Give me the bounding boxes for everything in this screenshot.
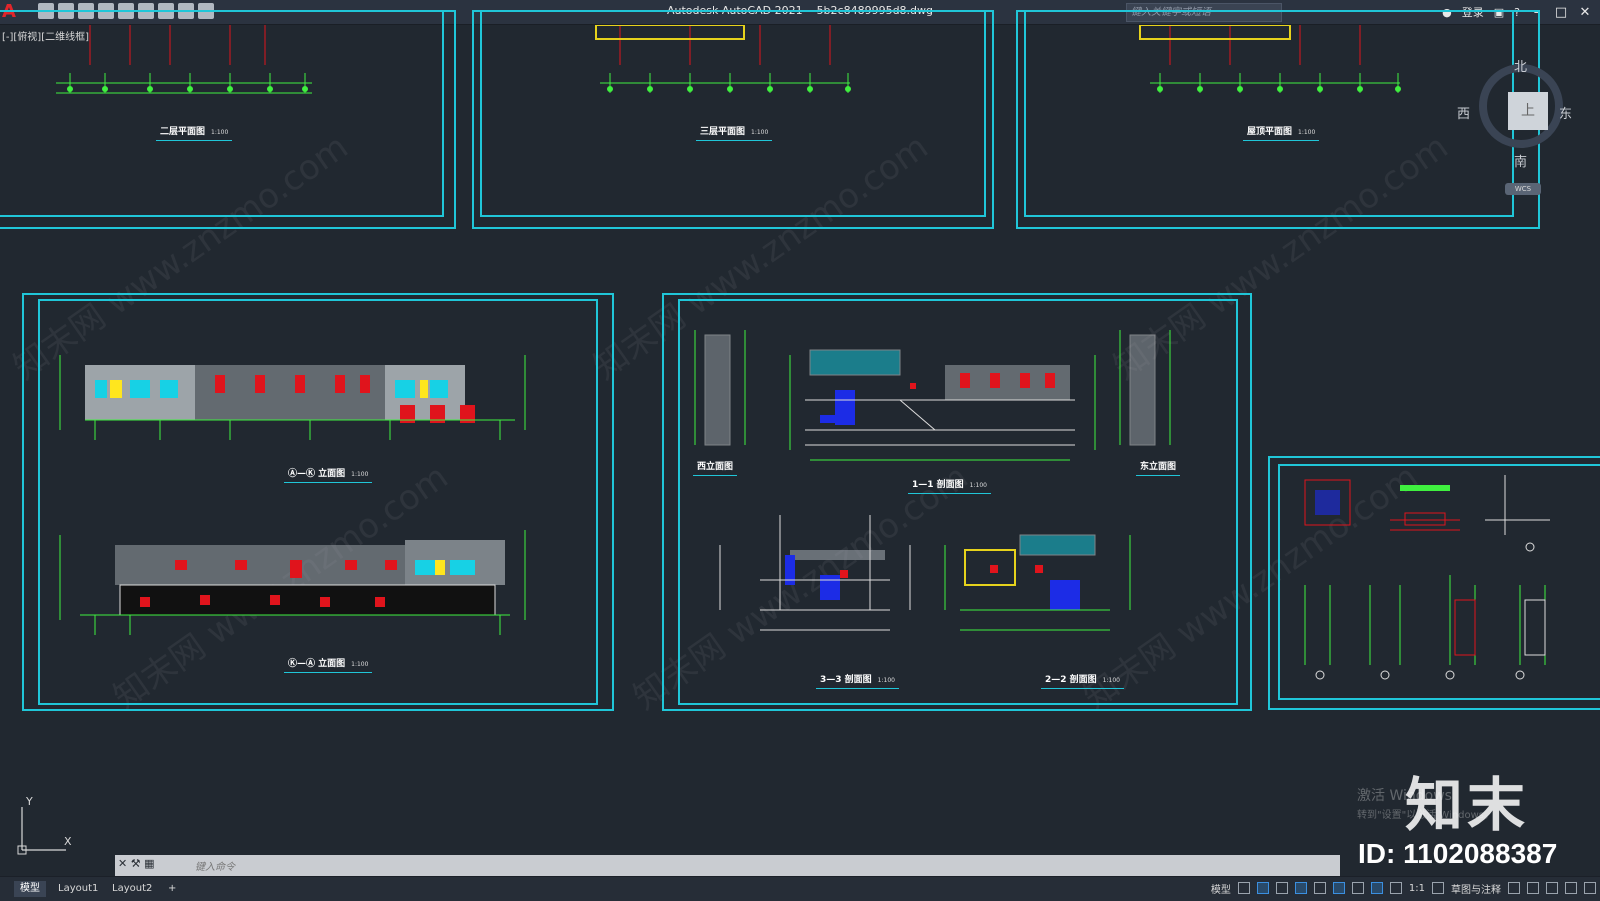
polar-icon[interactable]: [1294, 882, 1307, 894]
tab-layout2[interactable]: Layout2: [106, 881, 158, 897]
details-graphics: [1304, 475, 1550, 680]
ucs-icon: Y X: [17, 795, 72, 855]
command-line[interactable]: [115, 855, 1340, 877]
elevation-a-k-title: Ⓐ—Ⓚ 立面图 1:100: [283, 466, 373, 483]
snap-icon[interactable]: [1256, 882, 1269, 894]
close-icon[interactable]: ✕: [118, 857, 127, 870]
annotation-visibility-icon[interactable]: [1370, 882, 1383, 894]
plus-icon[interactable]: [1508, 882, 1520, 894]
hardware-acceleration-icon[interactable]: [1546, 882, 1558, 894]
customize-menu-icon[interactable]: [1584, 882, 1596, 894]
workspace-switch[interactable]: 草图与注释: [1451, 881, 1501, 896]
close-button[interactable]: ✕: [1578, 5, 1592, 20]
section-1-1-title: 1—1 剖面图 1:100: [908, 477, 991, 494]
command-line-tools: ✕ ⚒ ▦: [118, 857, 155, 870]
auto-scale-icon[interactable]: [1389, 882, 1402, 894]
status-bar: 模型 1:1 草图与注释: [1211, 879, 1596, 897]
clean-screen-icon[interactable]: [1565, 882, 1577, 894]
isometric-icon[interactable]: [1313, 882, 1326, 894]
compass-east[interactable]: 东: [1559, 103, 1572, 122]
command-input[interactable]: 键入命令: [195, 858, 235, 873]
grid-icon[interactable]: [1237, 882, 1250, 894]
lineweight-icon[interactable]: [1351, 882, 1364, 894]
gear-icon[interactable]: [1432, 882, 1444, 894]
command-history-icon[interactable]: ▦: [144, 857, 154, 870]
elevation-k-a-title: Ⓚ—Ⓐ 立面图 1:100: [283, 656, 373, 673]
wcs-menu[interactable]: WCS: [1505, 183, 1541, 195]
west-elevation-title: 西立面图: [692, 459, 738, 476]
sections-graphics: [694, 330, 1171, 631]
wrench-icon[interactable]: ⚒: [131, 857, 141, 870]
image-id-label: ID: 1102088387: [1358, 838, 1558, 869]
add-layout-button[interactable]: +: [162, 881, 182, 897]
svg-text:Y: Y: [25, 795, 33, 808]
compass-south[interactable]: 南: [1514, 151, 1527, 170]
object-snap-icon[interactable]: [1332, 882, 1345, 894]
viewcube[interactable]: 上 北 南 东 西 WCS: [1457, 56, 1575, 195]
elevations-graphics: [59, 355, 526, 635]
compass-west[interactable]: 西: [1457, 103, 1470, 122]
isolate-objects-icon[interactable]: [1527, 882, 1539, 894]
tab-layout1[interactable]: Layout1: [52, 881, 104, 897]
east-elevation-title: 东立面图: [1135, 459, 1181, 476]
annotation-scale[interactable]: 1:1: [1409, 883, 1425, 894]
model-space-toggle[interactable]: 模型: [1211, 881, 1231, 896]
top-plans-graphics: [56, 25, 1401, 94]
section-2-2-title: 2—2 剖面图 1:100: [1041, 672, 1124, 689]
plan3-title: 三层平面图 1:100: [695, 124, 773, 141]
tab-model[interactable]: 模型: [14, 881, 46, 897]
ortho-icon[interactable]: [1275, 882, 1288, 894]
compass-north[interactable]: 北: [1514, 56, 1527, 75]
plan2-title: 二层平面图 1:100: [155, 124, 233, 141]
brand-watermark: 知末: [1405, 771, 1530, 839]
svg-text:X: X: [64, 835, 72, 848]
roof-plan-title: 屋顶平面图 1:100: [1242, 124, 1320, 141]
maximize-button[interactable]: □: [1554, 5, 1568, 20]
section-3-3-title: 3—3 剖面图 1:100: [816, 672, 899, 689]
viewcube-top-face[interactable]: 上: [1508, 92, 1548, 130]
